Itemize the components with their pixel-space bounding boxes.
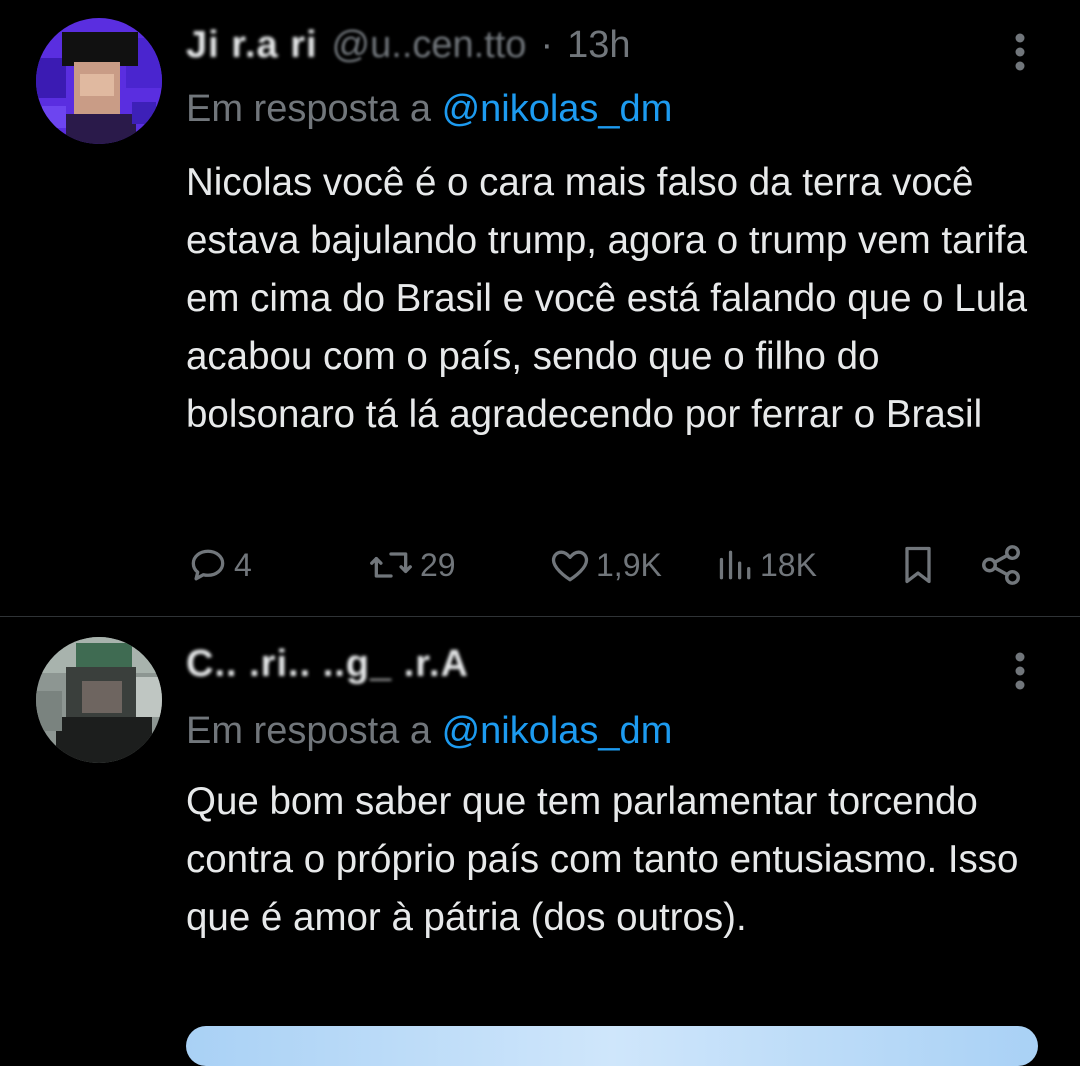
timestamp[interactable]: 13h (567, 24, 630, 67)
views-icon (719, 550, 751, 580)
share-button[interactable] (978, 540, 1024, 590)
bookmark-icon (905, 546, 931, 584)
tweet-text: Nicolas você é o cara mais falso da terr… (186, 161, 1028, 436)
more-options-button[interactable] (1000, 641, 1040, 701)
view-count: 18K (760, 546, 817, 583)
user-handle[interactable]: @u..cen.tto (332, 24, 527, 67)
tweet-header: C.. .ri.. ..g_ .r.A (186, 643, 469, 686)
more-vertical-icon (1015, 33, 1025, 71)
reply-button[interactable]: 4 (186, 540, 252, 590)
tweet-1[interactable]: Ji r.a ri @u..cen.tto · 13h Em resposta … (0, 0, 1080, 616)
reply-count: 4 (234, 546, 252, 583)
avatar[interactable] (36, 18, 162, 144)
repost-count: 29 (420, 546, 456, 583)
like-button[interactable]: 1,9K (548, 540, 662, 590)
tweet-text: Que bom saber que tem parlamentar torcen… (186, 780, 1019, 939)
repost-icon (370, 552, 412, 578)
display-name[interactable]: Ji r.a ri (186, 24, 318, 67)
reply-context: Em resposta a @nikolas_dm (186, 710, 672, 753)
more-options-button[interactable] (1000, 22, 1040, 82)
mention-link[interactable]: @nikolas_dm (442, 88, 673, 130)
reply-context: Em resposta a @nikolas_dm (186, 88, 672, 131)
more-vertical-icon (1015, 652, 1025, 690)
views-button[interactable]: 18K (716, 540, 817, 590)
reply-prefix: Em resposta a (186, 710, 431, 752)
display-name[interactable]: C.. .ri.. ..g_ .r.A (186, 643, 469, 686)
bookmark-button[interactable] (896, 540, 940, 590)
reply-prefix: Em resposta a (186, 88, 431, 130)
mention-link[interactable]: @nikolas_dm (442, 710, 673, 752)
heart-icon (551, 550, 589, 582)
repost-button[interactable]: 29 (366, 540, 456, 590)
reply-icon (191, 549, 225, 581)
media-preview[interactable] (186, 1026, 1038, 1066)
separator-dot: · (540, 24, 554, 66)
tweet-2[interactable]: C.. .ri.. ..g_ .r.A Em resposta a @nikol… (0, 617, 1080, 1042)
avatar[interactable] (36, 637, 162, 763)
tweet-actions: 4 29 1,9K 18K (186, 540, 1026, 590)
like-count: 1,9K (596, 546, 662, 583)
share-icon (982, 545, 1020, 585)
tweet-header: Ji r.a ri @u..cen.tto · 13h (186, 24, 631, 67)
